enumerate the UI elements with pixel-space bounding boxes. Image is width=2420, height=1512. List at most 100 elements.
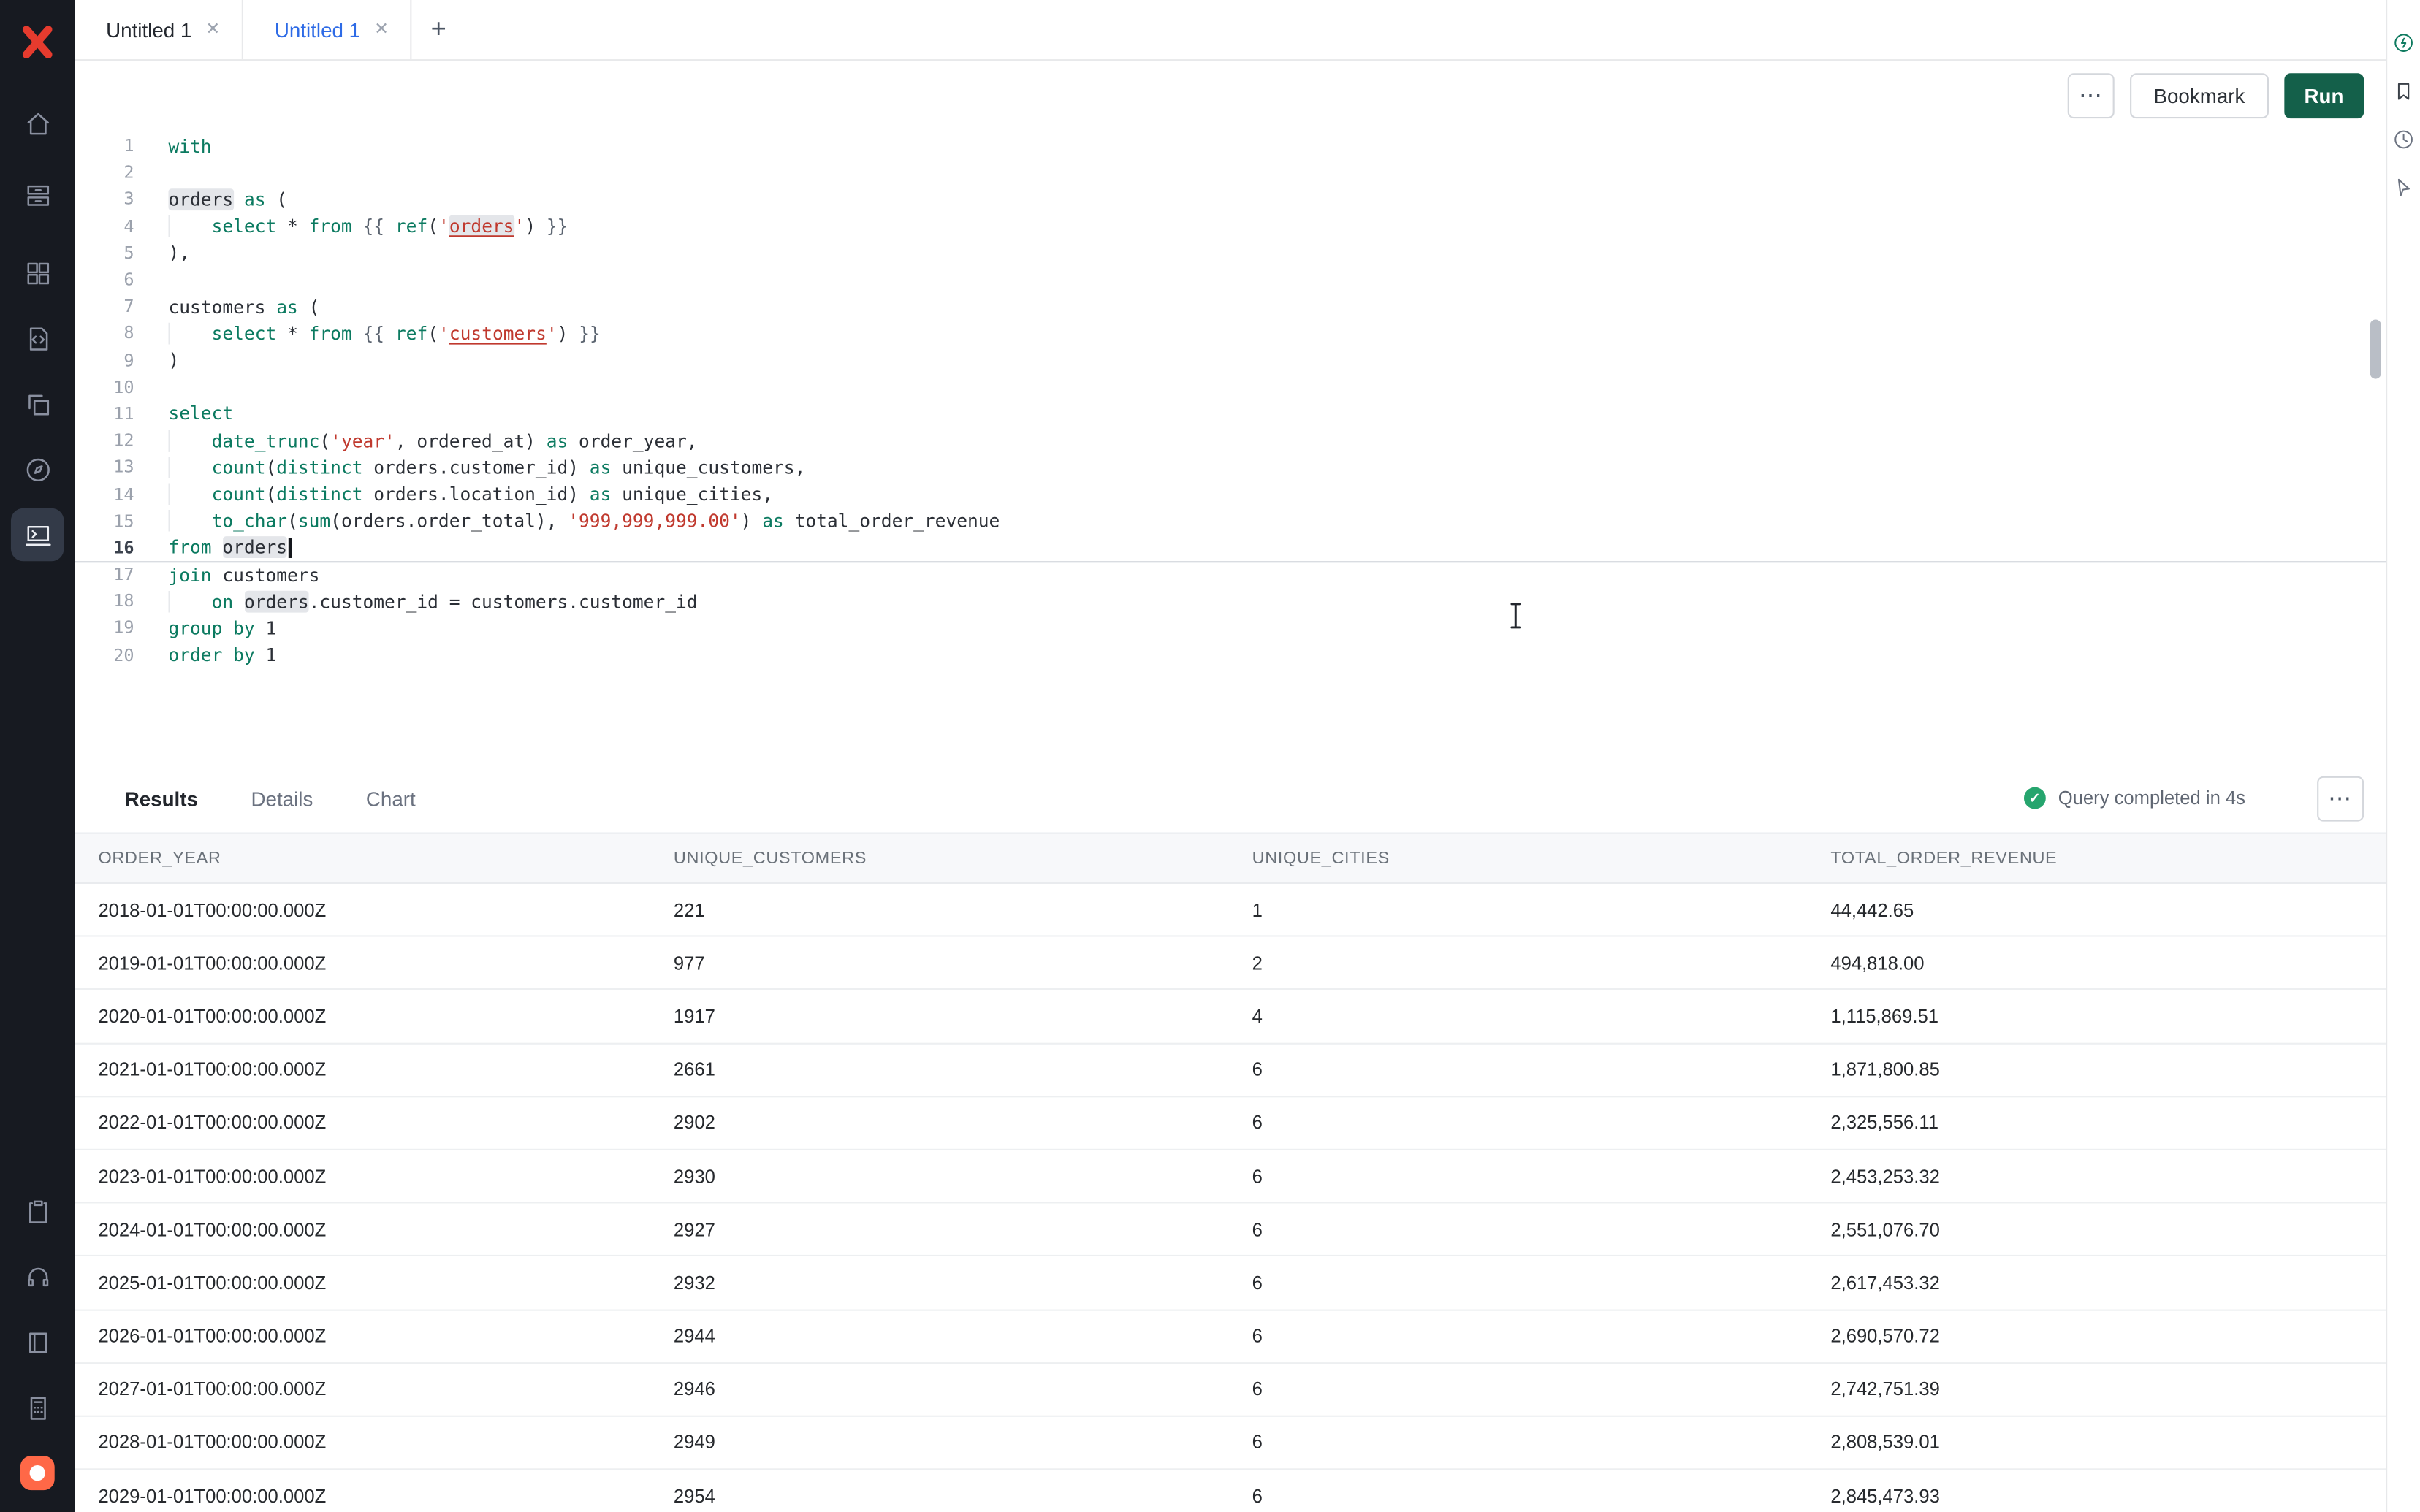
code-line[interactable]: 15 to_char(sum(orders.order_total), '999… [75, 508, 2386, 535]
code-line[interactable]: 7customers as ( [75, 293, 2386, 320]
code-line[interactable]: 9) [75, 347, 2386, 374]
table-row[interactable]: 2029-01-01T00:00:00.000Z295462,845,473.9… [75, 1470, 2386, 1512]
more-options-button[interactable]: ⋯ [2068, 72, 2115, 118]
table-cell: 2954 [661, 1485, 1240, 1507]
apps-grid-icon[interactable] [11, 246, 64, 299]
headset-icon[interactable] [14, 1253, 61, 1300]
code-file-icon[interactable] [11, 312, 64, 365]
code-line[interactable]: 1with [75, 132, 2386, 159]
editor-scrollbar[interactable] [2370, 319, 2381, 378]
code-text: orders as ( [168, 188, 287, 210]
line-number: 3 [75, 189, 134, 210]
table-cell: 977 [661, 952, 1240, 974]
results-panel: Results Details Chart ✓ Query completed … [75, 764, 2386, 1512]
table-cell: 2661 [661, 1058, 1240, 1080]
code-line[interactable]: 13 count(distinct orders.customer_id) as… [75, 454, 2386, 481]
code-line[interactable]: 18 on orders.customer_id = customers.cus… [75, 588, 2386, 615]
table-cell: 1,115,869.51 [1818, 1005, 2386, 1027]
table-row[interactable]: 2019-01-01T00:00:00.000Z9772494,818.00 [75, 937, 2386, 990]
code-line[interactable]: 10 [75, 373, 2386, 400]
code-text: date_trunc('year', ordered_at) as order_… [168, 429, 697, 451]
line-number: 20 [75, 645, 134, 665]
query-status: ✓ Query completed in 4s [2024, 787, 2245, 809]
table-row[interactable]: 2028-01-01T00:00:00.000Z294962,808,539.0… [75, 1417, 2386, 1470]
code-line[interactable]: 3 orders as ( [75, 186, 2386, 213]
code-line[interactable]: 20order by 1 [75, 641, 2386, 668]
bookmark-icon[interactable] [2392, 78, 2416, 103]
code-line[interactable]: 17join customers [75, 561, 2386, 588]
tab-chart[interactable]: Chart [366, 787, 416, 810]
line-number: 14 [75, 484, 134, 505]
code-line[interactable]: 16from orders [75, 535, 2386, 562]
bookmark-button[interactable]: Bookmark [2130, 72, 2268, 118]
code-line[interactable]: 2 [75, 159, 2386, 186]
table-row[interactable]: 2025-01-01T00:00:00.000Z293262,617,453.3… [75, 1257, 2386, 1310]
new-tab-button[interactable]: + [412, 0, 465, 59]
code-line[interactable]: 4 select * from {{ ref('orders') }} [75, 213, 2386, 240]
table-cell: 2 [1240, 952, 1819, 974]
query-toolbar: ⋯ Bookmark Run [75, 61, 2386, 129]
line-number: 12 [75, 430, 134, 451]
table-row[interactable]: 2022-01-01T00:00:00.000Z290262,325,556.1… [75, 1097, 2386, 1150]
calculator-icon[interactable] [14, 1384, 61, 1431]
code-line[interactable]: 6 [75, 267, 2386, 294]
table-cell: 1,871,800.85 [1818, 1058, 2386, 1080]
tab-untitled-1[interactable]: Untitled 1 ✕ [75, 0, 243, 59]
code-text: with [168, 135, 211, 157]
sidebar-nav-main [11, 246, 64, 561]
table-cell: 6 [1240, 1325, 1819, 1347]
close-icon[interactable]: ✕ [206, 21, 221, 38]
home-icon[interactable] [11, 96, 64, 150]
table-cell: 2946 [661, 1378, 1240, 1400]
clipboard-icon[interactable] [14, 1188, 61, 1234]
code-line[interactable]: 14 count(distinct orders.location_id) as… [75, 481, 2386, 508]
table-cell: 1917 [661, 1005, 1240, 1027]
table-cell: 2930 [661, 1165, 1240, 1187]
sidebar-nav-top [11, 96, 64, 221]
table-cell: 6 [1240, 1485, 1819, 1507]
storage-icon[interactable] [11, 168, 64, 221]
table-row[interactable]: 2026-01-01T00:00:00.000Z294462,690,570.7… [75, 1310, 2386, 1364]
status-text: Query completed in 4s [2058, 787, 2245, 809]
tab-untitled-2[interactable]: Untitled 1 ✕ [243, 0, 412, 59]
run-button[interactable]: Run [2284, 72, 2364, 118]
notebook-icon[interactable] [14, 1318, 61, 1365]
table-row[interactable]: 2027-01-01T00:00:00.000Z294662,742,751.3… [75, 1364, 2386, 1417]
table-cell: 2026-01-01T00:00:00.000Z [85, 1325, 661, 1347]
copy-icon[interactable] [11, 377, 64, 430]
compass-icon[interactable] [11, 443, 64, 496]
table-cell: 6 [1240, 1378, 1819, 1400]
dbt-logo[interactable] [14, 1450, 61, 1497]
code-text: select * from {{ ref('orders') }} [168, 215, 568, 237]
code-line[interactable]: 11select [75, 400, 2386, 427]
line-number: 18 [75, 591, 134, 611]
tab-details[interactable]: Details [251, 787, 313, 810]
close-icon[interactable]: ✕ [374, 21, 389, 38]
terminal-icon[interactable] [11, 508, 64, 562]
table-cell: 2,808,539.01 [1818, 1432, 2386, 1454]
results-table-header: ORDER_YEAR UNIQUE_CUSTOMERS UNIQUE_CITIE… [75, 833, 2386, 884]
table-row[interactable]: 2020-01-01T00:00:00.000Z191741,115,869.5… [75, 990, 2386, 1044]
table-row[interactable]: 2018-01-01T00:00:00.000Z221144,442.65 [75, 884, 2386, 937]
code-line[interactable]: 8 select * from {{ ref('customers') }} [75, 320, 2386, 347]
results-more-button[interactable]: ⋯ [2317, 776, 2364, 821]
results-tab-bar: Results Details Chart ✓ Query completed … [75, 764, 2386, 833]
table-cell: 2,325,556.11 [1818, 1112, 2386, 1134]
code-line[interactable]: 5), [75, 240, 2386, 267]
line-number: 13 [75, 457, 134, 478]
line-number: 19 [75, 618, 134, 638]
table-row[interactable]: 2023-01-01T00:00:00.000Z293062,453,253.3… [75, 1150, 2386, 1204]
pointer-icon[interactable] [2392, 175, 2416, 199]
table-cell: 221 [661, 898, 1240, 920]
sql-editor[interactable]: 1with2 3 orders as ( 4 select * from {{ ref… [75, 128, 2386, 768]
table-row[interactable]: 2024-01-01T00:00:00.000Z292762,551,076.7… [75, 1204, 2386, 1257]
table-cell: 2,617,453.32 [1818, 1272, 2386, 1294]
code-line[interactable]: 19 group by 1 [75, 615, 2386, 642]
code-line[interactable]: 12 date_trunc('year', ordered_at) as ord… [75, 427, 2386, 454]
history-icon[interactable] [2392, 126, 2416, 151]
table-row[interactable]: 2021-01-01T00:00:00.000Z266161,871,800.8… [75, 1044, 2386, 1097]
column-header: ORDER_YEAR [85, 849, 661, 868]
tab-results[interactable]: Results [125, 787, 198, 810]
code-text: group by 1 [168, 617, 276, 639]
copilot-icon[interactable] [2392, 30, 2416, 55]
